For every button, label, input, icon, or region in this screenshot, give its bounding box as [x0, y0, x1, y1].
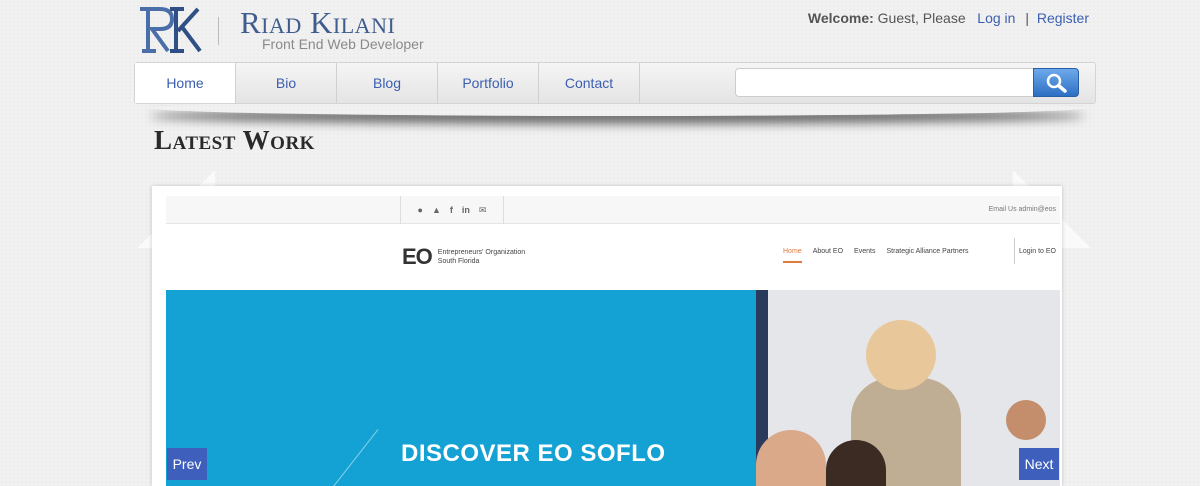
logo-divider: [218, 17, 219, 45]
slide-nav-about: About EO: [812, 248, 844, 255]
search-icon: [1046, 73, 1067, 93]
site-logo[interactable]: Riad Kilani Front End Web Developer: [134, 5, 434, 55]
slide-social-icons: ● ▲ f in ✉: [400, 196, 504, 224]
eo-text: Entrepreneurs' Organization South Florid…: [438, 248, 525, 266]
slide-hero: DISCOVER EO SOFLO: [166, 290, 756, 486]
slider-prev-button[interactable]: Prev: [167, 448, 207, 480]
hero-decor-line: [316, 429, 379, 486]
slide-email: Email Us admin@eos: [988, 206, 1056, 213]
register-link[interactable]: Register: [1037, 10, 1089, 26]
account-separator: |: [1025, 10, 1029, 26]
slide-nav: Home About EO Events Strategic Alliance …: [783, 248, 969, 263]
globe-icon: ●: [417, 205, 423, 215]
eo-letters: EO: [402, 244, 433, 269]
eo-org-name: Entrepreneurs' Organization: [437, 249, 526, 256]
slider-next-button[interactable]: Next: [1019, 448, 1059, 480]
twitter-icon: ▲: [431, 205, 441, 215]
search-button[interactable]: [1033, 68, 1079, 97]
welcome-text: Guest, Please: [877, 10, 966, 26]
photo-person: [756, 430, 826, 486]
section-title: Latest Work: [154, 125, 315, 155]
nav-item-bio[interactable]: Bio: [236, 63, 337, 103]
hero-headline: DISCOVER EO SOFLO: [401, 440, 666, 467]
nav-item-blog[interactable]: Blog: [337, 63, 438, 103]
login-link[interactable]: Log in: [977, 10, 1015, 26]
slide-nav-partners: Strategic Alliance Partners: [886, 248, 969, 255]
linkedin-icon: in: [461, 205, 470, 215]
slide-nav-home: Home: [783, 248, 802, 263]
search-form: [735, 68, 1080, 97]
nav-item-home[interactable]: Home: [135, 63, 236, 103]
main-nav: Home Bio Blog Portfolio Contact: [134, 62, 1096, 104]
search-input[interactable]: [735, 68, 1035, 97]
rk-monogram-icon: [140, 7, 202, 53]
welcome-label: Welcome:: [807, 10, 874, 26]
mail-icon: ✉: [478, 204, 487, 215]
hero-photo: [756, 290, 1060, 486]
slide-login: Login to EO: [1014, 238, 1056, 264]
brand-tagline: Front End Web Developer: [262, 36, 424, 52]
nav-item-portfolio[interactable]: Portfolio: [438, 63, 539, 103]
facebook-icon: f: [449, 205, 453, 215]
slide-screenshot[interactable]: ● ▲ f in ✉ Email Us admin@eos EO Entrepr…: [166, 196, 1060, 486]
slide-topbar: ● ▲ f in ✉ Email Us admin@eos: [166, 196, 1060, 224]
eo-logo: EO Entrepreneurs' Organization South Flo…: [402, 244, 525, 270]
nav-item-contact[interactable]: Contact: [539, 63, 640, 103]
eo-org-sub: South Florida: [437, 258, 480, 265]
photo-person: [1006, 400, 1046, 440]
slide-header: EO Entrepreneurs' Organization South Flo…: [166, 224, 1060, 290]
account-bar: Welcome: Guest, Please Log in | Register: [808, 10, 1089, 26]
photo-person-head: [866, 320, 936, 390]
slide-nav-events: Events: [854, 248, 876, 255]
